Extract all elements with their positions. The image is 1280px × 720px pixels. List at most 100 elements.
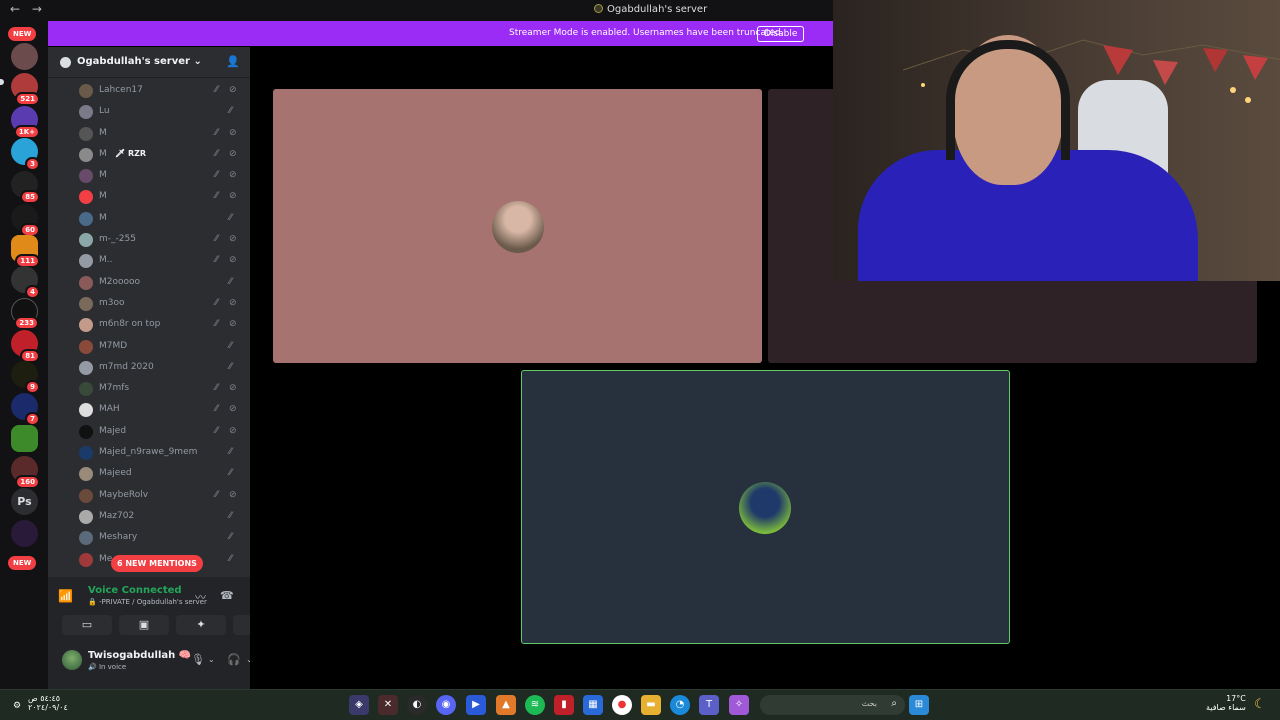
discord-icon[interactable]: ◉ bbox=[436, 695, 456, 715]
member-row[interactable]: M ⁄⁄ bbox=[48, 208, 250, 229]
signal-icon[interactable]: 📶 bbox=[58, 589, 73, 603]
store-icon[interactable]: ▦ bbox=[583, 695, 603, 715]
muted-mic-icon: ⁄⁄ bbox=[229, 212, 233, 223]
windows-start-icon[interactable]: ⊞ bbox=[909, 695, 929, 715]
member-row[interactable]: M7mfs ⁄⁄ ⊘ bbox=[48, 378, 250, 399]
voice-channel-path[interactable]: 🔒 -PRIVATE / Ogabdullah's server bbox=[88, 598, 207, 606]
member-name: M bbox=[99, 212, 107, 223]
user-status: 🔊 In voice bbox=[88, 663, 127, 671]
disable-streamer-mode-button[interactable]: Disable bbox=[757, 26, 805, 42]
spotify-icon[interactable]: ≋ bbox=[525, 695, 545, 715]
activities-button[interactable]: ✦ bbox=[176, 615, 226, 635]
server-icon[interactable]: 1K+ bbox=[11, 106, 40, 139]
forward-arrow-icon[interactable]: → bbox=[32, 2, 42, 16]
member-name: Lahcen17 bbox=[99, 85, 143, 95]
teams-icon[interactable]: T bbox=[699, 695, 719, 715]
clock-time: ٥٤:٤٥ ص bbox=[28, 694, 61, 703]
clock[interactable]: ٥٤:٤٥ ص ٢٠٢٤/٠٩/٠٤ bbox=[28, 694, 68, 712]
camera-off-button[interactable]: ▭ bbox=[62, 615, 112, 635]
back-arrow-icon[interactable]: ← bbox=[10, 2, 20, 16]
participant-tile[interactable] bbox=[273, 89, 762, 363]
participant-tile-speaking[interactable] bbox=[521, 370, 1010, 644]
microphone-icon[interactable]: 🎙 bbox=[191, 653, 205, 666]
person-add-icon[interactable]: 👤 bbox=[226, 55, 240, 68]
server-icon[interactable] bbox=[11, 43, 38, 70]
window-title-text: Ogabdullah's server bbox=[607, 4, 708, 15]
member-avatar bbox=[79, 233, 93, 248]
server-icon[interactable]: 81 bbox=[11, 330, 40, 363]
member-row[interactable]: Lu ⁄⁄ bbox=[48, 101, 250, 122]
server-name[interactable]: Ogabdullah's server ⌄ bbox=[77, 56, 202, 67]
chevron-down-icon[interactable]: ⌄ bbox=[208, 655, 215, 664]
channel-sidebar: Ogabdullah's server ⌄ 👤 Lahcen17 ⁄⁄ ⊘ Lu ⁄⁄ M… bbox=[48, 47, 283, 689]
screen-share-button[interactable]: ▣ bbox=[119, 615, 169, 635]
weather-widget[interactable]: 17°C سماء صافية bbox=[1206, 694, 1246, 712]
muted-mic-icon: ⁄⁄ bbox=[215, 85, 219, 95]
voice-connected-status[interactable]: Voice Connected bbox=[88, 585, 182, 596]
app-icon[interactable]: ▮ bbox=[554, 695, 574, 715]
member-row[interactable]: m-_-255 ⁄⁄ ⊘ bbox=[48, 229, 250, 250]
server-logo-icon bbox=[60, 57, 71, 68]
app-icon[interactable]: ◈ bbox=[349, 695, 369, 715]
server-icon[interactable]: 3 bbox=[11, 138, 40, 171]
server-icon[interactable] bbox=[11, 520, 38, 547]
server-header[interactable]: Ogabdullah's server ⌄ 👤 bbox=[48, 47, 250, 78]
member-row[interactable]: MaybeRolv ⁄⁄ ⊘ bbox=[48, 485, 250, 506]
muted-mic-icon: ⁄⁄ bbox=[229, 340, 233, 351]
member-row[interactable]: MAH ⁄⁄ ⊘ bbox=[48, 399, 250, 420]
taskbar: ٥٤:٤٥ ص ٢٠٢٤/٠٩/٠٤ ⚙ ◈ ✕ ◐ ◉ ▶ ▲ ≋ ▮ ▦ ●… bbox=[0, 689, 1280, 720]
server-icon[interactable]: 111 bbox=[11, 235, 40, 268]
server-icon[interactable]: 521 bbox=[11, 73, 40, 106]
chrome-icon[interactable]: ● bbox=[612, 695, 632, 715]
member-row[interactable]: Maz702 ⁄⁄ bbox=[48, 506, 250, 527]
member-row[interactable]: M ⁄⁄ ⊘ bbox=[48, 123, 250, 144]
server-icon[interactable]: 4 bbox=[11, 266, 40, 299]
muted-mic-icon: ⁄⁄ bbox=[229, 361, 233, 372]
member-row[interactable]: m6n8r on top ⁄⁄ ⊘ bbox=[48, 314, 250, 335]
noise-suppression-icon[interactable]: 〰 bbox=[195, 589, 206, 605]
search-box[interactable]: بحث ⌕ bbox=[760, 695, 905, 715]
member-row[interactable]: M ⁄⁄ ⊘ bbox=[48, 165, 250, 186]
server-icon[interactable]: 233 bbox=[11, 298, 39, 330]
member-row[interactable]: Majed_n9rawe_9mem ⁄⁄ bbox=[48, 442, 250, 463]
ps-server-icon[interactable]: Ps bbox=[11, 488, 38, 515]
app-icon[interactable]: ▶ bbox=[466, 695, 486, 715]
member-row[interactable]: m7md 2020 ⁄⁄ bbox=[48, 357, 250, 378]
member-row[interactable]: Meshary ⁄⁄ bbox=[48, 527, 250, 548]
new-unread-pill-bottom[interactable]: NEW bbox=[8, 556, 37, 570]
member-row[interactable]: M.. ⁄⁄ ⊘ bbox=[48, 250, 250, 271]
member-row[interactable]: Majeed ⁄⁄ bbox=[48, 463, 250, 484]
new-mentions-pill[interactable]: 6 NEW MENTIONS bbox=[111, 555, 203, 572]
participant-avatar bbox=[739, 482, 791, 534]
member-row[interactable]: Majed ⁄⁄ ⊘ bbox=[48, 421, 250, 442]
server-icon[interactable]: 160 bbox=[11, 456, 40, 489]
member-row[interactable]: M ⁄⁄ ⊘ bbox=[48, 186, 250, 207]
edge-icon[interactable]: ◔ bbox=[670, 695, 690, 715]
server-icon[interactable] bbox=[11, 425, 38, 452]
server-icon bbox=[594, 4, 603, 13]
copilot-icon[interactable]: ✧ bbox=[729, 695, 749, 715]
muted-mic-icon: ⁄⁄ bbox=[215, 191, 219, 202]
disconnect-icon[interactable]: ☎ bbox=[220, 589, 234, 602]
new-unread-pill-top[interactable]: NEW bbox=[8, 27, 37, 41]
app-icon[interactable]: ▲ bbox=[496, 695, 516, 715]
server-icon[interactable]: 85 bbox=[11, 171, 40, 204]
member-avatar bbox=[79, 126, 93, 141]
member-row[interactable]: M 🗡 RZR ⁄⁄ ⊘ bbox=[48, 144, 250, 165]
username[interactable]: Twisogabdullah 🧠 bbox=[88, 650, 191, 661]
member-row[interactable]: m3oo ⁄⁄ ⊘ bbox=[48, 293, 250, 314]
headphones-icon[interactable]: 🎧 bbox=[227, 653, 241, 666]
file-explorer-icon[interactable]: ▬ bbox=[641, 695, 661, 715]
server-icon[interactable]: 60 bbox=[11, 204, 40, 237]
member-row[interactable]: M7MD ⁄⁄ bbox=[48, 336, 250, 357]
app-icon[interactable]: ✕ bbox=[378, 695, 398, 715]
member-row[interactable]: Lahcen17 ⁄⁄ ⊘ bbox=[48, 80, 250, 101]
member-avatar bbox=[79, 190, 93, 205]
server-icon[interactable]: 7 bbox=[11, 393, 40, 426]
server-icon[interactable]: 9 bbox=[11, 361, 40, 394]
member-row[interactable]: M2ooooo ⁄⁄ bbox=[48, 272, 250, 293]
muted-mic-icon: ⁄⁄ bbox=[215, 319, 219, 330]
app-icon[interactable]: ◐ bbox=[407, 695, 427, 715]
settings-icon[interactable]: ⚙ bbox=[10, 696, 24, 716]
user-avatar[interactable] bbox=[62, 650, 82, 670]
